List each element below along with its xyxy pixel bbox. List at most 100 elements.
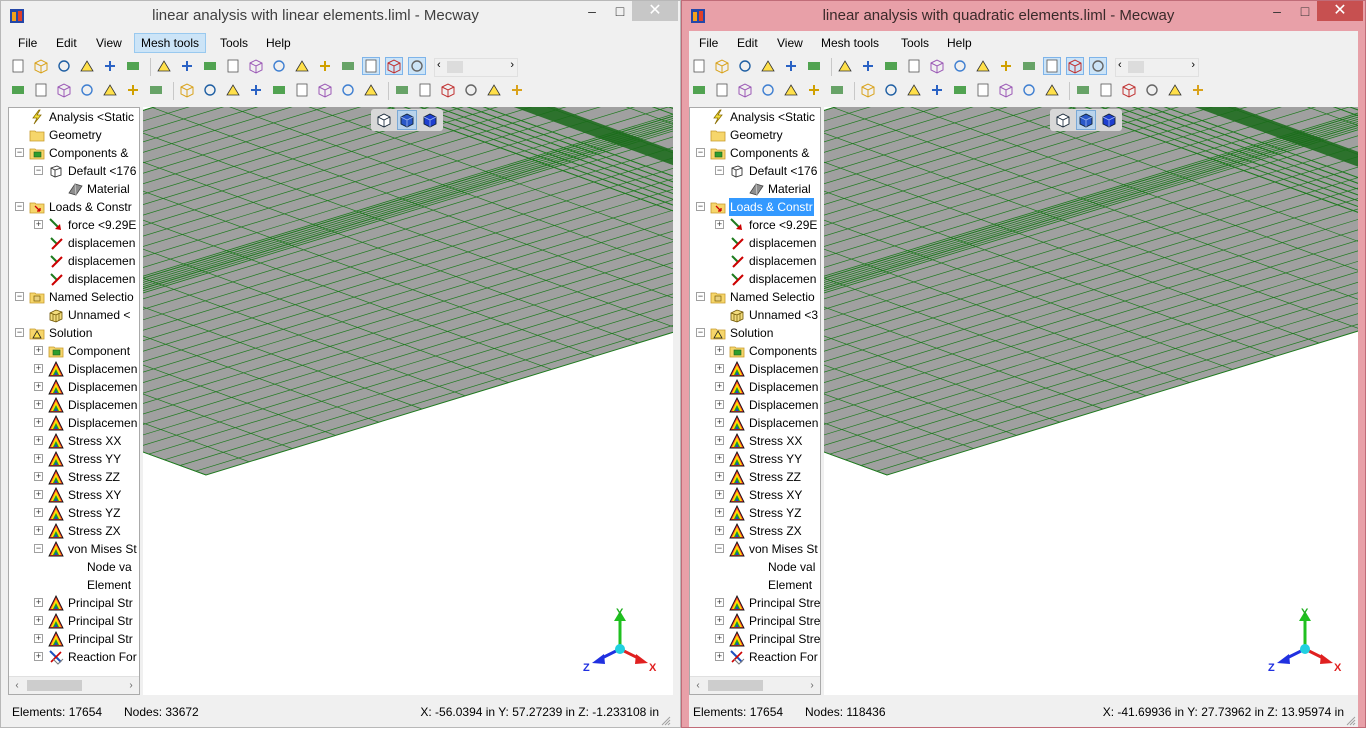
collapse-minus-icon[interactable]: −: [696, 148, 705, 157]
expand-plus-icon[interactable]: +: [715, 418, 724, 427]
tree-node-label[interactable]: Principal Stre: [748, 612, 820, 630]
tree-node[interactable]: + Principal Str: [9, 612, 139, 630]
tree-node[interactable]: − Loads & Constr: [690, 198, 820, 216]
tree-node[interactable]: displacemen: [9, 252, 139, 270]
scroll-left-arrow-icon[interactable]: ‹: [437, 59, 441, 71]
expand-plus-icon[interactable]: +: [715, 472, 724, 481]
expand-plus-icon[interactable]: +: [715, 526, 724, 535]
tree-node[interactable]: Unnamed <: [9, 306, 139, 324]
tree-node-label[interactable]: Material: [86, 180, 131, 198]
expand-plus-icon[interactable]: +: [34, 652, 43, 661]
tree-node[interactable]: − Default <176: [9, 162, 139, 180]
expand-plus-icon[interactable]: +: [715, 652, 724, 661]
tree-node-label[interactable]: Loads & Constr: [48, 198, 133, 216]
grid-toggle-icon[interactable]: [1167, 82, 1183, 98]
expand-plus-icon[interactable]: +: [34, 418, 43, 427]
tree-node-label[interactable]: displacemen: [67, 270, 136, 288]
new-file-icon[interactable]: [691, 58, 707, 74]
tree-node[interactable]: + Stress ZZ: [9, 468, 139, 486]
tree-node-label[interactable]: Element: [767, 576, 813, 594]
merge-icon[interactable]: [294, 82, 310, 98]
tree-scroll-thumb[interactable]: [708, 680, 763, 691]
view-iso-icon[interactable]: [860, 58, 876, 74]
tree-node-label[interactable]: Stress ZX: [67, 522, 122, 540]
tree-node[interactable]: Geometry: [690, 126, 820, 144]
tree-node[interactable]: + Displacemen: [9, 360, 139, 378]
tree-node[interactable]: + Stress XX: [9, 432, 139, 450]
select-node-icon[interactable]: [33, 82, 49, 98]
wireframe-cube-icon[interactable]: [375, 111, 393, 129]
tree-node-label[interactable]: Principal Stre: [748, 594, 820, 612]
tree-node-label[interactable]: Displacemen: [748, 378, 819, 396]
menu-tools[interactable]: Tools: [214, 34, 254, 52]
mecway-window-right[interactable]: linear analysis with quadratic elements.…: [681, 0, 1366, 728]
line-style-icon[interactable]: [394, 82, 410, 98]
tree-node-label[interactable]: displacemen: [748, 252, 817, 270]
mirror-icon[interactable]: [317, 82, 333, 98]
tree-node[interactable]: + Principal Str: [9, 630, 139, 648]
mecway-app-icon[interactable]: [690, 8, 706, 24]
expand-plus-icon[interactable]: +: [34, 346, 43, 355]
minimize-button[interactable]: –: [1263, 1, 1291, 21]
triangle-mesh-icon[interactable]: [1044, 82, 1060, 98]
tree-node-label[interactable]: Loads & Constr: [729, 198, 814, 216]
tree-node-label[interactable]: Stress YY: [67, 450, 122, 468]
mecway-window-left[interactable]: linear analysis with linear elements.lim…: [0, 0, 681, 728]
toolbar-scroll-thumb[interactable]: [447, 61, 463, 73]
title-bar[interactable]: linear analysis with linear elements.lim…: [1, 1, 680, 31]
collapse-minus-icon[interactable]: −: [696, 328, 705, 337]
paint-icon[interactable]: [975, 58, 991, 74]
tree-node[interactable]: Unnamed <3: [690, 306, 820, 324]
tree-node[interactable]: + Principal Stre: [690, 612, 820, 630]
open-folder-icon[interactable]: [33, 58, 49, 74]
menu-view[interactable]: View: [90, 34, 128, 52]
model-viewport[interactable]: Y X Z: [143, 107, 673, 695]
view-solid-plate-icon[interactable]: [362, 57, 380, 75]
tree-node-label[interactable]: displacemen: [67, 252, 136, 270]
menu-help[interactable]: Help: [941, 34, 978, 52]
expand-plus-icon[interactable]: +: [34, 364, 43, 373]
toolbar-overflow-scroll[interactable]: ‹ ›: [1115, 58, 1199, 77]
tree-node-label[interactable]: Named Selectio: [729, 288, 816, 306]
collapse-minus-icon[interactable]: −: [715, 166, 724, 175]
view-fit-icon[interactable]: [883, 58, 899, 74]
tree-node-label[interactable]: Node val: [767, 558, 816, 576]
select-element-icon[interactable]: [760, 82, 776, 98]
save-icon[interactable]: [56, 58, 72, 74]
tree-node-label[interactable]: displacemen: [67, 234, 136, 252]
minimize-button[interactable]: –: [578, 1, 606, 21]
resize-grip-icon[interactable]: [1346, 715, 1356, 726]
menu-file[interactable]: File: [12, 34, 43, 52]
expand-plus-icon[interactable]: +: [715, 400, 724, 409]
tree-node-label[interactable]: Displacemen: [67, 414, 138, 432]
scroll-left-arrow-icon[interactable]: ‹: [1118, 59, 1122, 71]
resize-grip-icon[interactable]: [661, 715, 671, 726]
tree-node-label[interactable]: Stress YZ: [67, 504, 121, 522]
new-file-icon[interactable]: [10, 58, 26, 74]
tree-node[interactable]: + Stress XX: [690, 432, 820, 450]
expand-plus-icon[interactable]: +: [715, 508, 724, 517]
tree-node-label[interactable]: Displacemen: [748, 360, 819, 378]
tree-node-label[interactable]: Stress XY: [748, 486, 803, 504]
tree-node-label[interactable]: Reaction For: [748, 648, 819, 666]
view-cube-outline-icon[interactable]: [385, 57, 403, 75]
split-icon[interactable]: [202, 82, 218, 98]
toolbar-overflow-scroll[interactable]: ‹ ›: [434, 58, 518, 77]
collapse-minus-icon[interactable]: −: [715, 544, 724, 553]
scroll-left-arrow-icon[interactable]: ‹: [690, 678, 706, 693]
tree-node[interactable]: + Component: [9, 342, 139, 360]
tree-scroll-thumb[interactable]: [27, 680, 82, 691]
select-box-icon[interactable]: [56, 82, 72, 98]
solid-blue-cube-icon[interactable]: [421, 111, 439, 129]
tree-node-label[interactable]: Displacemen: [67, 378, 138, 396]
tree-node-label[interactable]: Unnamed <: [67, 306, 131, 324]
surface-style-icon[interactable]: [1121, 82, 1137, 98]
mesh-equal-icon[interactable]: [125, 58, 141, 74]
tree-node[interactable]: Analysis <Static: [690, 108, 820, 126]
tree-node-label[interactable]: Stress ZZ: [67, 468, 121, 486]
extrude-icon[interactable]: [225, 82, 241, 98]
collapse-minus-icon[interactable]: −: [15, 328, 24, 337]
wireframe-cube-icon[interactable]: [1054, 111, 1072, 129]
view-iso-icon[interactable]: [179, 58, 195, 74]
tree-node[interactable]: + Stress XY: [690, 486, 820, 504]
